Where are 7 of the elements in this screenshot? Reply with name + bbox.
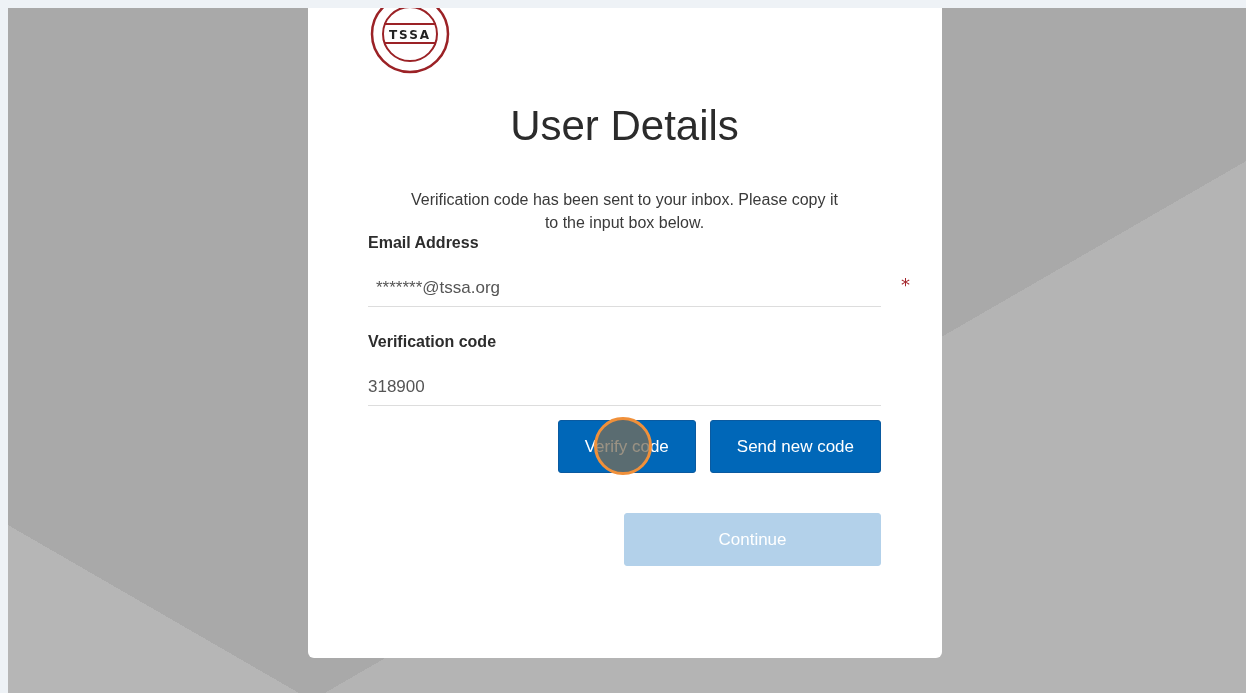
field-label: Verification code bbox=[368, 333, 498, 351]
page-title: User Details bbox=[509, 102, 740, 150]
instruction-text: Verification code has been sent to your inbox. Please copy it to the input box below. bbox=[410, 190, 839, 233]
field-label: Email Address bbox=[368, 234, 480, 252]
logo: TSSA bbox=[368, 8, 452, 74]
required-mark: * bbox=[901, 274, 910, 295]
action-button[interactable]: Send new code bbox=[709, 420, 881, 473]
